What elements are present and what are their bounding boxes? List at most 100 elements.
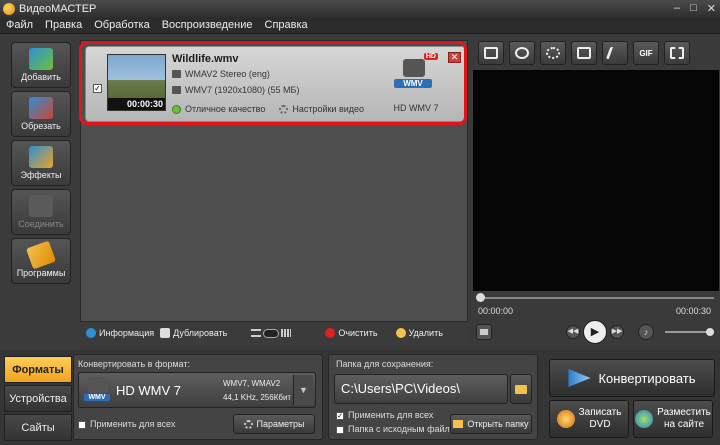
- format-apply-all-checkbox[interactable]: [78, 420, 86, 429]
- trim-label: Обрезать: [21, 121, 61, 131]
- folder-icon: [515, 385, 527, 394]
- format-codecs: WMV7, WMAV2: [223, 379, 281, 388]
- minimize-button[interactable]: –: [674, 2, 680, 15]
- tab-formats[interactable]: Форматы: [4, 356, 72, 383]
- publish-web-button[interactable]: Разместить на сайте: [633, 400, 713, 438]
- add-button[interactable]: Добавить: [11, 42, 71, 88]
- current-time: 00:00:00: [478, 306, 514, 316]
- tab-devices[interactable]: Устройства: [4, 385, 72, 412]
- brightness-icon: [546, 47, 560, 59]
- gear-icon: [243, 419, 253, 429]
- stabilize-button[interactable]: [509, 41, 535, 65]
- sidebar: Добавить Обрезать Эффекты Соединить Прог…: [0, 36, 80, 350]
- clear-icon: [325, 328, 336, 338]
- delete-button[interactable]: Удалить: [395, 328, 443, 338]
- brightness-button[interactable]: [540, 41, 566, 65]
- open-folder-button[interactable]: Открыть папку: [450, 414, 532, 434]
- dvd-label-2: DVD: [589, 419, 611, 430]
- effects-button[interactable]: Эффекты: [11, 140, 71, 186]
- burn-dvd-button[interactable]: Записать DVD: [549, 400, 629, 438]
- trim-button[interactable]: Обрезать: [11, 91, 71, 137]
- tab-sites[interactable]: Сайты: [4, 414, 72, 441]
- seek-bar[interactable]: [476, 293, 714, 302]
- info-button[interactable]: Информация: [86, 328, 154, 338]
- snapshot-icon: [480, 329, 488, 335]
- fullscreen-icon: [670, 47, 684, 59]
- volume-slider[interactable]: [665, 328, 714, 336]
- save-apply-all[interactable]: ✓ Применить для всех: [336, 410, 433, 420]
- gif-button[interactable]: GIF: [633, 41, 659, 65]
- camera-icon: [88, 377, 108, 393]
- rotate-icon: [577, 47, 591, 59]
- save-path-field[interactable]: C:\Users\PC\Videos\: [334, 374, 508, 404]
- source-folder-checkbox[interactable]: [336, 425, 344, 434]
- add-label: Добавить: [21, 72, 61, 82]
- source-folder-option[interactable]: Папка с исходным файлом: [336, 424, 461, 434]
- clear-button[interactable]: Очистить: [325, 328, 378, 338]
- speed-icon: [605, 47, 625, 59]
- format-selector[interactable]: WMV HD WMV 7 WMV7, WMAV2 44,1 KHz, 256Кб…: [78, 372, 316, 408]
- file-toolbar: Информация Дублировать Очистить Удалить: [80, 322, 468, 344]
- save-folder-label: Папка для сохранения:: [336, 359, 434, 369]
- convert-format-label: Конвертировать в формат:: [78, 359, 190, 369]
- effects-label: Эффекты: [20, 170, 62, 180]
- film-join-icon: [29, 195, 53, 217]
- globe-icon: [635, 410, 654, 428]
- speed-button[interactable]: [602, 41, 628, 65]
- join-label: Соединить: [18, 219, 64, 229]
- video-tools: GIF: [472, 36, 720, 70]
- grid-view-icon[interactable]: [281, 329, 292, 337]
- web-label-1: Разместить: [657, 407, 711, 418]
- play-button[interactable]: ▶: [583, 320, 607, 344]
- menu-edit[interactable]: Правка: [39, 19, 88, 31]
- crop-button[interactable]: [478, 41, 504, 65]
- volume-icon[interactable]: ♪: [638, 324, 654, 340]
- play-icon: ▶: [590, 326, 600, 338]
- folder-icon: [453, 420, 464, 428]
- film-scissors-icon: [29, 97, 53, 119]
- film-effects-icon: [29, 146, 53, 168]
- dvd-icon: [556, 410, 575, 428]
- seek-knob[interactable]: [476, 293, 485, 302]
- format-apply-all-label: Применить для всех: [90, 419, 176, 429]
- wmv-tag: WMV: [84, 394, 110, 401]
- duplicate-button[interactable]: Дублировать: [160, 328, 227, 338]
- close-window-button[interactable]: ✕: [707, 2, 716, 15]
- browse-folder-button[interactable]: [510, 374, 532, 404]
- menu-processing[interactable]: Обработка: [88, 19, 155, 31]
- window-title: ВидеоМАСТЕР: [19, 2, 97, 15]
- prev-button[interactable]: ◀◀: [566, 325, 580, 339]
- convert-label: Конвертировать: [598, 370, 696, 386]
- clear-label: Очистить: [338, 328, 378, 338]
- params-label: Параметры: [256, 419, 305, 429]
- seek-track: [478, 297, 714, 299]
- crop-icon: [484, 47, 498, 59]
- convert-button[interactable]: Конвертировать: [549, 359, 715, 397]
- duplicate-label: Дублировать: [173, 328, 228, 338]
- fullscreen-button[interactable]: [664, 41, 690, 65]
- menu-help[interactable]: Справка: [259, 19, 314, 31]
- snapshot-button[interactable]: [476, 324, 492, 340]
- params-button[interactable]: Параметры: [233, 414, 315, 434]
- menu-file[interactable]: Файл: [0, 19, 39, 31]
- rotate-button[interactable]: [571, 41, 597, 65]
- convert-arrow-icon: [568, 369, 591, 387]
- gif-icon: GIF: [639, 48, 653, 58]
- delete-icon: [395, 328, 406, 338]
- join-button[interactable]: Соединить: [11, 189, 71, 235]
- maximize-button[interactable]: □: [690, 2, 697, 15]
- format-apply-all[interactable]: Применить для всех: [78, 419, 175, 429]
- menu-playback[interactable]: Воспроизведение: [156, 19, 259, 31]
- volume-knob[interactable]: [706, 328, 714, 336]
- view-switch[interactable]: [263, 328, 280, 338]
- next-button[interactable]: ▶▶: [610, 325, 624, 339]
- save-apply-all-checkbox[interactable]: ✓: [336, 411, 344, 420]
- view-toggle[interactable]: [251, 328, 292, 338]
- video-preview[interactable]: [473, 70, 719, 291]
- list-view-icon[interactable]: [251, 329, 262, 337]
- wmv-format-icon: WMV: [84, 377, 112, 405]
- programs-button[interactable]: Программы: [11, 238, 71, 284]
- programs-label: Программы: [16, 268, 66, 278]
- chevron-down-icon[interactable]: ▼: [293, 375, 313, 405]
- programs-icon: [25, 240, 57, 270]
